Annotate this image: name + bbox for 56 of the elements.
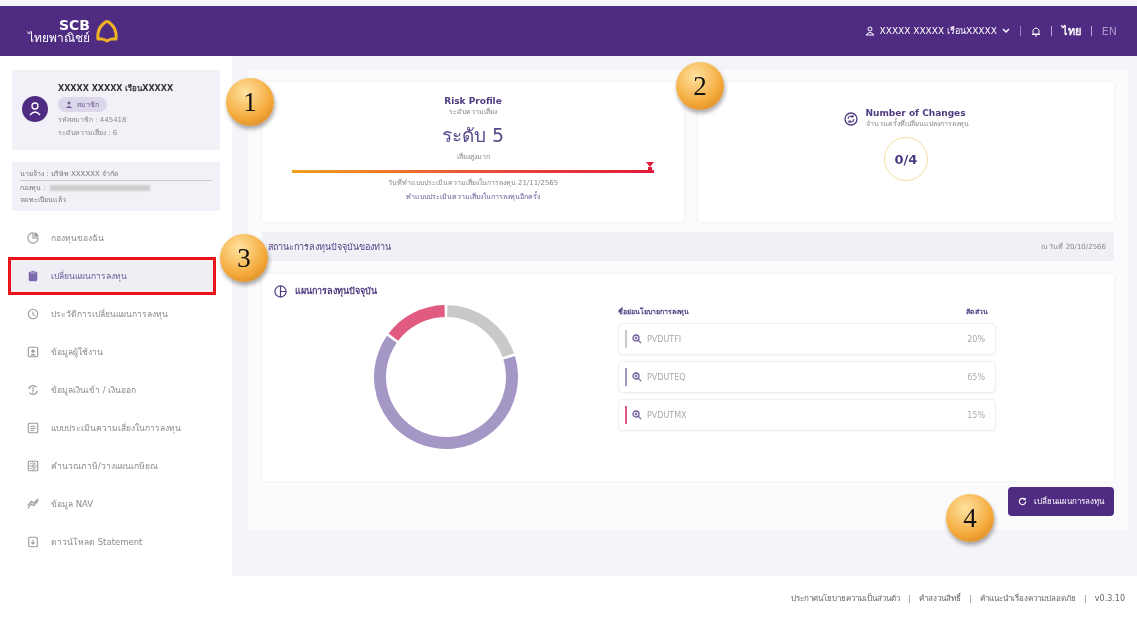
user-menu[interactable]: XXXXX XXXXX เรือนXXXXX <box>879 24 997 38</box>
sidebar-item[interactable]: เปลี่ยนแผนการลงทุน <box>8 257 216 295</box>
zoom-in-icon <box>632 410 642 421</box>
logo-text: ไทยพาณิชย์ <box>28 32 90 44</box>
sidebar-item[interactable]: แบบประเมินความเสี่ยงในการลงทุน <box>8 409 216 447</box>
fund-share: 65% <box>967 372 985 382</box>
fund-name: PVDUTFI <box>647 334 682 344</box>
change-plan-button[interactable]: เปลี่ยนแผนการลงทุน <box>1008 487 1114 516</box>
zoom-in-icon <box>632 372 642 383</box>
clipboard-icon <box>27 270 39 282</box>
pie-chart-icon <box>27 232 39 244</box>
callout-badge: 4 <box>946 494 994 542</box>
fund-name: PVDUTMX <box>647 410 687 420</box>
chevron-down-icon[interactable] <box>1001 28 1010 34</box>
risk-level: ระดับ 5 <box>441 123 505 148</box>
fund-row[interactable]: PVDUTFI 20% <box>618 323 996 356</box>
bell-icon[interactable] <box>1030 25 1041 37</box>
card-title: Risk Profile <box>444 96 502 106</box>
sidebar-item[interactable]: คำนวณภาษี/วางแผนเกษียณ <box>8 447 216 485</box>
section-title: สถานะการลงทุนปัจจุบันของท่าน <box>268 240 391 254</box>
footer-link[interactable]: ประกาศนโยบายความเป็นส่วนตัว <box>790 592 900 605</box>
pie-chart-icon <box>274 284 287 298</box>
footer-link[interactable]: คำแนะนำเรื่องความปลอดภัย <box>979 592 1076 605</box>
language-link[interactable]: ไทย <box>1061 22 1081 40</box>
refresh-icon <box>1018 497 1027 506</box>
card-title: แผนการลงทุนปัจจุบัน <box>295 285 377 299</box>
sidebar-item[interactable]: ดาวน์โหลด Statement <box>8 523 216 561</box>
fund-row[interactable]: PVDUTEQ 65% <box>618 361 996 394</box>
fund-row[interactable]: PVDUTMX 15% <box>618 399 996 432</box>
fund-share: 20% <box>967 334 985 344</box>
footer-link[interactable]: คำสงวนสิทธิ์ <box>918 592 961 605</box>
language-link[interactable]: EN <box>1101 24 1117 38</box>
fund-name: PVDUTEQ <box>647 372 686 382</box>
clock-icon <box>27 308 39 320</box>
chart-line-icon <box>27 498 39 510</box>
sidebar-item[interactable]: ข้อมูล NAV <box>8 485 216 523</box>
fund-share: 15% <box>967 410 985 420</box>
user-icon <box>864 26 875 36</box>
download-icon <box>27 536 39 548</box>
form-icon <box>27 422 39 434</box>
version-text: v0.3.10 <box>1094 594 1125 603</box>
calculator-icon <box>27 460 39 472</box>
zoom-in-icon <box>632 334 642 345</box>
card-title: Number of Changes <box>865 108 966 118</box>
avatar-icon <box>22 96 48 122</box>
refresh-icon <box>843 111 858 126</box>
sidebar-item[interactable]: ประวัติการเปลี่ยนแผนการลงทุน <box>8 295 216 333</box>
callout-badge: 2 <box>676 62 724 110</box>
refresh-coin-icon <box>27 384 39 396</box>
sidebar-item[interactable]: กองทุนของฉัน <box>8 219 216 257</box>
user-card-icon <box>27 346 39 358</box>
member-name: XXXXX XXXXX เรือนXXXXX <box>58 83 174 95</box>
sidebar-item[interactable]: ข้อมูลเงินเข้า / เงินออก <box>8 371 216 409</box>
sidebar-item[interactable]: ข้อมูลผู้ใช้งาน <box>8 333 216 371</box>
logo-icon <box>94 19 120 43</box>
logo-text: SCB <box>58 18 90 32</box>
